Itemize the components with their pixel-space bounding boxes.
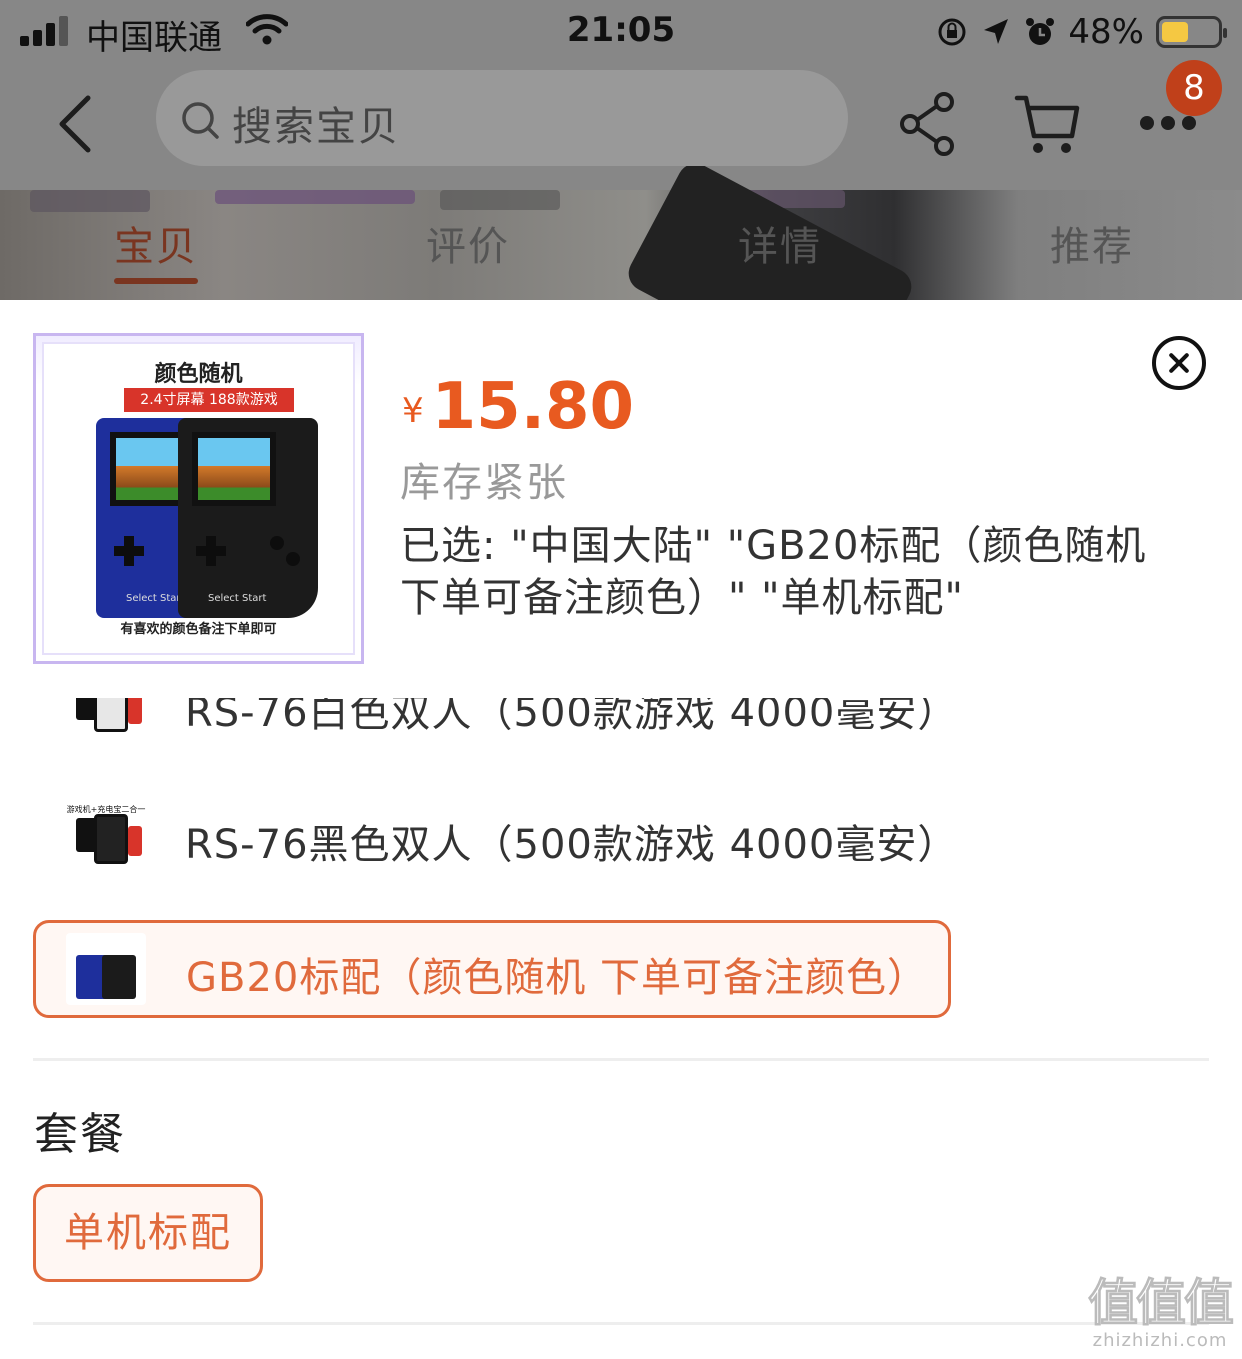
price-value: 15.80 <box>431 370 635 444</box>
option-label: RS-76黑色双人（500款游戏 4000毫安） <box>185 822 959 868</box>
stock-status: 库存紧张 <box>400 460 568 506</box>
option-thumbnail: 游戏机+充电宝二合一 <box>66 804 146 872</box>
status-right-group: 48% <box>936 10 1227 54</box>
rotation-lock-icon <box>938 18 966 46</box>
tab-bar: 宝贝 评价 详情 推荐 <box>0 214 1242 284</box>
page: 中国联通 21:05 48% 搜索宝贝 8 宝贝 评价 详情 推荐 颜色随机 2… <box>0 0 1242 1359</box>
more-icon[interactable] <box>1140 116 1196 132</box>
option-gb20-standard[interactable]: GB20标配（颜色随机 下单可备注颜色） <box>33 920 951 1018</box>
back-icon[interactable] <box>54 94 98 154</box>
black-console-image: Select Start <box>178 418 318 618</box>
section-divider <box>33 1058 1209 1061</box>
currency-symbol: ¥ <box>402 391 424 431</box>
thumbnail-title: 颜色随机 <box>154 362 243 387</box>
active-tab-indicator <box>114 278 198 284</box>
cart-icon[interactable] <box>1014 90 1080 156</box>
tab-details[interactable]: 详情 <box>700 214 860 272</box>
dimmed-header-area: 中国联通 21:05 48% 搜索宝贝 8 宝贝 评价 详情 推荐 <box>0 0 1242 300</box>
option-thumbnail <box>66 933 146 1005</box>
close-icon[interactable] <box>1152 336 1206 390</box>
section-divider <box>33 1322 1209 1325</box>
search-placeholder: 搜索宝贝 <box>232 104 400 150</box>
tab-recommend[interactable]: 推荐 <box>1012 214 1172 272</box>
price: ¥15.80 <box>402 370 634 444</box>
message-count-badge: 8 <box>1166 60 1222 116</box>
watermark-site: zhizhizhi.com <box>1092 1330 1228 1351</box>
search-input[interactable]: 搜索宝贝 <box>156 70 848 166</box>
watermark-mark: 值值值 <box>1088 1274 1235 1332</box>
product-thumbnail[interactable]: 颜色随机 2.4寸屏幕 188款游戏 Select Start Select S… <box>33 333 364 664</box>
battery-percent: 48% <box>1068 12 1144 52</box>
thumbnail-footer: 有喜欢的颜色备注下单即可 <box>120 622 277 637</box>
battery-icon <box>1156 16 1227 48</box>
watermark: 值值值 zhizhizhi.com <box>1088 1274 1235 1352</box>
share-icon[interactable] <box>900 92 956 156</box>
location-arrow-icon <box>984 19 1009 44</box>
tab-baobei[interactable]: 宝贝 <box>76 214 236 272</box>
status-bar: 中国联通 21:05 48% <box>0 0 1242 64</box>
search-icon <box>182 102 219 139</box>
option-label: RS-76白色双人（500款游戏 4000毫安） <box>185 698 959 736</box>
sku-selection-sheet: 颜色随机 2.4寸屏幕 188款游戏 Select Start Select S… <box>0 300 1242 1359</box>
package-option-standalone[interactable]: 单机标配 <box>33 1184 263 1282</box>
package-group-title: 套餐 <box>34 1109 126 1160</box>
option-list: RS-76白色双人（500款游戏 4000毫安） 游戏机+充电宝二合一 RS-7… <box>0 698 1242 1028</box>
thumbnail-subtitle: 2.4寸屏幕 188款游戏 <box>124 388 294 412</box>
alarm-icon <box>1026 18 1055 45</box>
tab-reviews[interactable]: 评价 <box>388 214 548 272</box>
option-thumbnail <box>66 698 146 740</box>
selected-summary: 已选: "中国大陆" "GB20标配（颜色随机 下单可备注颜色）" "单机标配" <box>400 523 1147 621</box>
option-label: GB20标配（颜色随机 下单可备注颜色） <box>186 955 929 1001</box>
nav-bar: 搜索宝贝 8 <box>0 60 1242 186</box>
